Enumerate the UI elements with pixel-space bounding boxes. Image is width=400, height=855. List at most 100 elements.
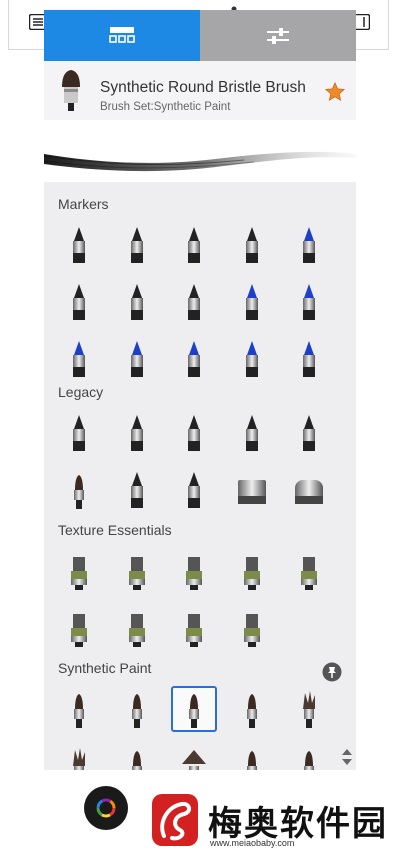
- brush-cell[interactable]: [229, 336, 275, 382]
- chisel-marker-icon: [303, 341, 315, 377]
- tab-brush-library[interactable]: [44, 10, 200, 61]
- brush-cell[interactable]: [171, 336, 217, 382]
- brush-cell[interactable]: [56, 279, 102, 325]
- brush-cell[interactable]: [229, 686, 275, 732]
- brush-cell[interactable]: [56, 605, 102, 651]
- brush-cell[interactable]: [171, 605, 217, 651]
- spiky-icon: [73, 748, 85, 770]
- chisel-tip-icon: [245, 415, 258, 451]
- favorite-star-icon[interactable]: [324, 81, 346, 103]
- brush-cell[interactable]: [171, 222, 217, 268]
- brush-cell[interactable]: [114, 605, 160, 651]
- airbrush-icon: [130, 415, 143, 451]
- watermark-url: www.meiaobaby.com: [210, 838, 295, 848]
- brush-cell[interactable]: [286, 336, 332, 382]
- brush-cell[interactable]: [229, 279, 275, 325]
- round-flat-selected-icon: [189, 694, 199, 728]
- brush-cell[interactable]: [286, 686, 332, 732]
- brush-cell[interactable]: [56, 548, 102, 594]
- brush-cell[interactable]: [286, 743, 332, 770]
- cone-marker-blue-icon: [245, 284, 258, 320]
- brush-cell[interactable]: [114, 222, 160, 268]
- cone-marker-icon: [188, 284, 200, 320]
- brush-cell[interactable]: [114, 548, 160, 594]
- brush-cell[interactable]: [114, 336, 160, 382]
- thin-icon: [304, 751, 314, 770]
- brush-cell[interactable]: [286, 467, 332, 513]
- ink-pen-icon: [245, 227, 258, 263]
- brush-cell[interactable]: [286, 410, 332, 456]
- current-brush-title: Synthetic Round Bristle Brush: [100, 79, 306, 96]
- brush-cell[interactable]: [114, 279, 160, 325]
- brush-cell[interactable]: [114, 410, 160, 456]
- spiky-bristle-icon: [303, 691, 315, 728]
- felt-pen-icon: [73, 227, 85, 263]
- brush-cell[interactable]: [286, 279, 332, 325]
- cone-marker-icon: [130, 284, 143, 320]
- soft-eraser-icon: [295, 480, 323, 504]
- brush-cell[interactable]: [229, 605, 275, 651]
- marker-cap-icon: [130, 341, 143, 377]
- pencil-icon: [73, 415, 85, 451]
- brush-cell[interactable]: [171, 743, 217, 770]
- round-bristle-icon: [131, 694, 142, 728]
- color-wheel-icon: [96, 798, 116, 818]
- texture-e-icon: [301, 557, 317, 590]
- round-brush-icon: [74, 475, 84, 509]
- brush-cell[interactable]: [56, 410, 102, 456]
- color-picker-button[interactable]: [84, 786, 128, 830]
- tab-brush-properties[interactable]: [200, 10, 356, 61]
- round-thin-icon: [246, 694, 257, 728]
- brush-library-panel: Synthetic Round Bristle Brush Brush Set:…: [44, 10, 356, 770]
- current-brush-header[interactable]: Synthetic Round Bristle Brush Brush Set:…: [44, 61, 356, 120]
- panel-tabs: [44, 10, 356, 61]
- brush-cell[interactable]: [286, 548, 332, 594]
- texture-h-icon: [186, 614, 202, 647]
- felt-pen-icon: [188, 227, 200, 263]
- brush-cell[interactable]: [171, 548, 217, 594]
- brush-cell[interactable]: [56, 222, 102, 268]
- resize-handle-icon[interactable]: [340, 748, 354, 766]
- marker-cap-icon: [73, 341, 85, 377]
- blue-pen-icon: [303, 227, 315, 263]
- fan-icon: [182, 750, 206, 770]
- technical-pen-icon: [303, 415, 315, 451]
- brush-cell[interactable]: [171, 410, 217, 456]
- brush-cell[interactable]: [171, 279, 217, 325]
- grid-icon: [109, 26, 135, 43]
- pin-icon[interactable]: [322, 662, 342, 682]
- brush-cell[interactable]: [229, 410, 275, 456]
- brush-cell[interactable]: [171, 686, 217, 732]
- brush-cell[interactable]: [56, 467, 102, 513]
- section-title: Legacy: [58, 384, 104, 400]
- watermark: 梅奥软件园 www.meiaobaby.com: [150, 790, 390, 850]
- round-small-icon: [74, 694, 84, 728]
- texture-d-icon: [243, 557, 260, 590]
- current-brush-set: Brush Set:Synthetic Paint: [100, 101, 231, 113]
- ballpoint-icon: [130, 472, 143, 508]
- brush-thumbnail-icon: [62, 70, 80, 111]
- felt-pen-icon: [130, 227, 143, 263]
- brush-cell[interactable]: [286, 222, 332, 268]
- brush-cell[interactable]: [56, 686, 102, 732]
- brush-cell[interactable]: [114, 743, 160, 770]
- thin-icon: [246, 751, 257, 770]
- brush-cell[interactable]: [229, 222, 275, 268]
- brush-library: Markers Legacy Texture Essentials Synthetic…: [44, 182, 356, 770]
- brush-cell[interactable]: [56, 743, 102, 770]
- block-marker-icon: [245, 341, 258, 377]
- brush-cell[interactable]: [114, 686, 160, 732]
- brush-cell[interactable]: [171, 467, 217, 513]
- brush-cell[interactable]: [229, 548, 275, 594]
- thin-icon: [131, 751, 142, 770]
- section-title: Synthetic Paint: [58, 660, 152, 676]
- brush-cell[interactable]: [229, 467, 275, 513]
- cone-marker-icon: [73, 284, 85, 320]
- section-title: Markers: [58, 196, 109, 212]
- texture-g-icon: [128, 614, 145, 647]
- sliders-icon: [267, 27, 289, 44]
- brush-cell[interactable]: [114, 467, 160, 513]
- stroke-preview: [44, 120, 356, 182]
- brush-cell[interactable]: [56, 336, 102, 382]
- brush-cell[interactable]: [229, 743, 275, 770]
